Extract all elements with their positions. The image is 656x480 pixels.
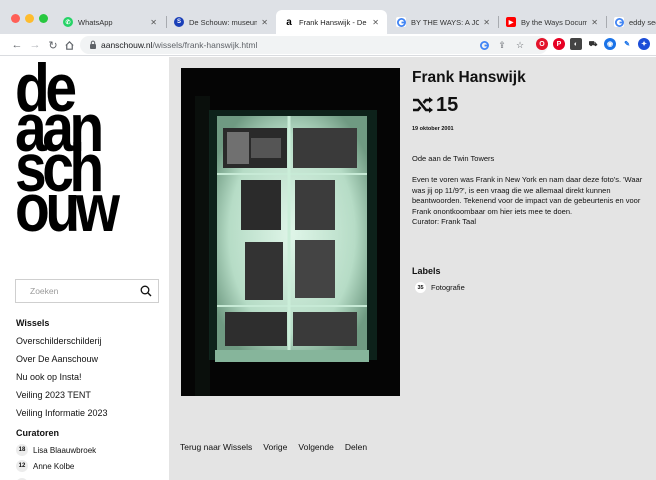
close-window-button[interactable]	[11, 14, 20, 23]
curator-count-badge: 12	[16, 460, 28, 472]
bookmark-star-icon[interactable]: ☆	[514, 39, 526, 51]
extension-icon[interactable]: ◐	[570, 38, 582, 50]
main-content: Frank Hanswijk 15 19 oktober 2001 Ode aa…	[169, 57, 656, 480]
tab-frank-hanswijk[interactable]: a Frank Hanswijk - De A ✕	[276, 10, 387, 34]
tab-by-the-ways-documentary[interactable]: ▶ By the Ways Documen ✕	[498, 10, 606, 34]
curator-name: Anne Kolbe	[33, 461, 75, 471]
article-date: 19 oktober 2001	[412, 126, 454, 132]
tab-de-schouw[interactable]: S De Schouw: museum v ✕	[166, 10, 276, 34]
label-item-fotografie[interactable]: 35 Fotografie	[415, 282, 465, 293]
cart-extension-icon[interactable]: ⛟	[587, 38, 599, 50]
curators-heading: Curatoren	[16, 428, 60, 438]
google-icon	[396, 17, 406, 27]
article-navigation: Terug naar Wissels Vorige Volgende Delen	[180, 442, 378, 452]
previous-link[interactable]: Vorige	[263, 442, 287, 452]
close-tab-icon[interactable]: ✕	[261, 18, 268, 27]
labels-heading: Labels	[412, 266, 441, 276]
close-tab-icon[interactable]: ✕	[150, 18, 157, 27]
label-name: Fotografie	[431, 283, 465, 292]
address-bar[interactable]: aanschouw.nl/wissels/frank-hanswijk.html…	[80, 36, 548, 54]
artwork-image	[181, 68, 400, 396]
zoom-window-button[interactable]	[39, 14, 48, 23]
wissel-number-value: 15	[436, 94, 459, 116]
google-icon	[614, 17, 624, 27]
pinterest-extension-icon[interactable]: P	[553, 38, 565, 50]
article-description: Ode aan de Twin Towers Even te voren was…	[412, 154, 652, 228]
search-box	[15, 279, 159, 303]
puzzle-extension-icon[interactable]: ✦	[638, 38, 650, 50]
share-icon[interactable]: ⇪	[496, 39, 508, 51]
site-logo[interactable]: de aan sch ouw	[15, 55, 165, 242]
next-link[interactable]: Volgende	[298, 442, 333, 452]
article-subtitle: Ode aan de Twin Towers	[412, 154, 495, 163]
feather-extension-icon[interactable]: ✎	[621, 38, 633, 50]
menu-item-overschilderschilderij[interactable]: Overschilderschilderij	[16, 336, 102, 346]
search-input[interactable]	[16, 280, 136, 302]
lock-icon	[90, 40, 96, 49]
site-icon: S	[174, 17, 184, 27]
article-body: Even te voren was Frank in New York en n…	[412, 175, 643, 216]
page: de aan sch ouw Wissels Overschilderschil…	[0, 55, 656, 480]
aanschouw-icon: a	[284, 17, 294, 28]
menu-item-insta[interactable]: Nu ook op Insta!	[16, 372, 82, 382]
tab-eddy-sees[interactable]: eddy sees	[606, 10, 656, 34]
artwork-photo[interactable]	[181, 68, 400, 396]
menu-item-veiling-informatie[interactable]: Veiling Informatie 2023	[16, 408, 108, 418]
shuffle-icon	[413, 97, 433, 113]
curator-item[interactable]: 18 Lisa Blaauwbroek	[16, 444, 96, 456]
tab-whatsapp[interactable]: ✆ WhatsApp ✕	[55, 10, 165, 34]
curator-name: Lisa Blaauwbroek	[33, 445, 97, 455]
back-to-wissels-link[interactable]: Terug naar Wissels	[180, 442, 252, 452]
tab-bar: ✆ WhatsApp ✕ S De Schouw: museum v ✕ a F…	[0, 0, 656, 34]
url-path: /wissels/frank-hanswijk.html	[152, 40, 258, 50]
artwork-title: Frank Hanswijk	[412, 69, 526, 86]
tab-by-the-ways-journal[interactable]: BY THE WAYS: A JOUR ✕	[388, 10, 498, 34]
whatsapp-icon: ✆	[63, 17, 73, 27]
article-curator: Curator: Frank Taal	[412, 217, 477, 226]
youtube-icon: ▶	[506, 17, 516, 27]
curator-count-badge: 18	[16, 444, 28, 456]
wissels-heading[interactable]: Wissels	[16, 318, 49, 328]
menu-item-veiling-2023-tent[interactable]: Veiling 2023 TENT	[16, 390, 91, 400]
url-host: aanschouw.nl	[101, 40, 153, 50]
menu-item-over-de-aanschouw[interactable]: Over De Aanschouw	[16, 354, 98, 364]
circle-extension-icon[interactable]: ◉	[604, 38, 616, 50]
wissel-number: 15	[412, 95, 458, 115]
close-tab-icon[interactable]: ✕	[483, 18, 490, 27]
browser-toolbar: ← → ↻ aanschouw.nl/wissels/frank-hanswij…	[0, 34, 656, 56]
search-icon[interactable]	[140, 285, 152, 297]
label-count-badge: 35	[415, 282, 426, 293]
curator-item[interactable]: 12 Anne Kolbe	[16, 460, 74, 472]
google-lens-icon[interactable]	[478, 39, 490, 51]
close-tab-icon[interactable]: ✕	[591, 18, 598, 27]
share-link[interactable]: Delen	[345, 442, 367, 452]
minimize-window-button[interactable]	[25, 14, 34, 23]
close-tab-icon[interactable]: ✕	[372, 18, 379, 27]
opera-extension-icon[interactable]: O	[536, 38, 548, 50]
